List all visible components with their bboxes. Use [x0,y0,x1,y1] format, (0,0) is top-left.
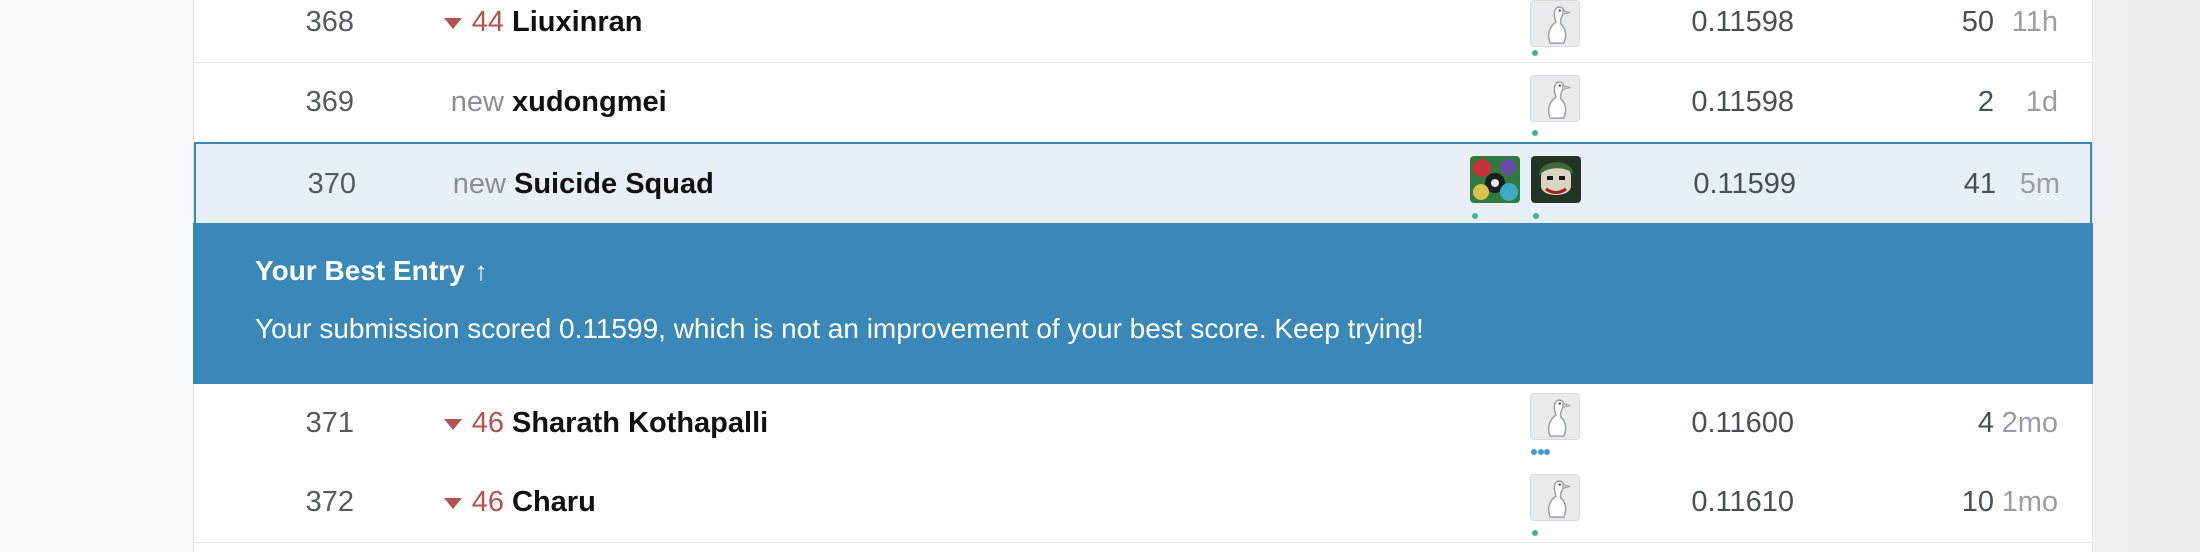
leaderboard-row[interactable]: 369 new xudongmei 0.11598 2 1d [194,63,2092,143]
goose-avatar-icon[interactable] [1530,75,1580,122]
score-cell: 0.11600 [1691,407,1794,439]
submission-result-banner: Your Best Entry ↑ Your submission scored… [193,223,2093,384]
rank-change: 46 [374,463,504,542]
entries-cell: 10 [1961,486,1994,518]
joker-avatar-icon[interactable] [1531,156,1581,203]
rank-change: new [452,167,506,200]
triangle-down-icon [443,18,462,29]
leaderboard-row[interactable]: 368 44 Liuxinran 0.11598 50 11h [194,0,2092,63]
score-cell: 0.11610 [1691,486,1794,518]
triangle-down-icon [443,419,462,430]
rank-change: 44 [374,0,504,62]
online-status-dot [1532,530,1538,536]
rank-cell: 372 [305,486,354,518]
goose-avatar-icon[interactable] [1530,474,1580,521]
online-status-dot [1532,130,1538,136]
team-name[interactable]: Charu [512,463,596,542]
entries-cell: 41 [1963,167,1996,200]
goose-avatar-icon[interactable] [1530,393,1580,440]
goose-avatar-icon[interactable] [1530,0,1580,47]
suicide-squad-team-icon[interactable] [1470,156,1520,203]
rank-cell: 371 [305,407,354,439]
banner-message: Your submission scored 0.11599, which is… [255,313,1424,344]
rank-change: 46 [374,384,504,463]
team-name[interactable]: xudongmei [512,63,667,142]
online-status-dot [1544,449,1550,455]
entries-cell: 50 [1961,6,1994,38]
arrow-up-icon: ↑ [474,255,488,286]
last-submission-cell: 2mo [2001,407,2058,439]
online-status-dot [1532,50,1538,56]
leaderboard-row[interactable]: 372 46 Charu 0.11610 10 1mo [194,463,2092,543]
rank-cell: 370 [307,167,356,200]
online-status-dot [1531,449,1537,455]
score-cell: 0.11598 [1691,86,1794,118]
entries-cell: 2 [1977,86,1994,118]
last-submission-cell: 1mo [2001,486,2058,518]
online-status-dot [1472,213,1478,219]
score-cell: 0.11598 [1691,6,1794,38]
leaderboard-table: 368 44 Liuxinran 0.11598 50 11h 369 new … [193,0,2093,552]
rank-change: new [450,86,504,118]
last-submission-cell: 11h [2011,6,2058,38]
online-status-dot [1533,213,1539,219]
leaderboard-row-current-team[interactable]: 370 new Suicide Squad 0.11599 41 5m [194,142,2092,224]
team-name[interactable]: Liuxinran [512,0,643,62]
rank-cell: 368 [305,6,354,38]
team-name[interactable]: Suicide Squad [514,144,714,224]
banner-title: Your Best Entry ↑ [255,255,488,286]
leaderboard-row[interactable]: 371 46 Sharath Kothapalli 0.11600 4 2mo [194,384,2092,464]
score-cell: 0.11599 [1693,167,1796,200]
last-submission-cell: 5m [2019,167,2060,200]
last-submission-cell: 1d [2025,86,2058,118]
rank-cell: 369 [305,86,354,118]
triangle-down-icon [443,498,462,509]
team-name[interactable]: Sharath Kothapalli [512,384,768,463]
entries-cell: 4 [1977,407,1994,439]
